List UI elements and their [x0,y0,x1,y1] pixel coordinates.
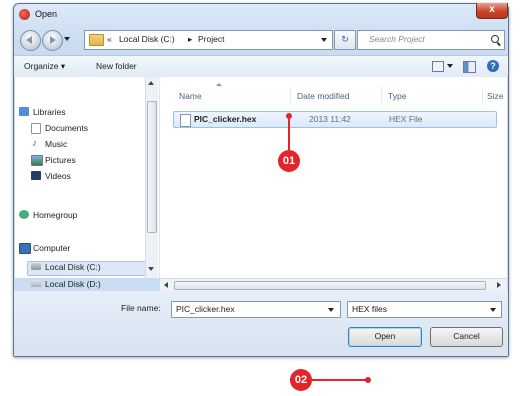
column-header-date[interactable]: Date modified [297,91,349,101]
open-button[interactable]: Open [348,327,422,347]
drive-d-icon [31,280,41,287]
open-dialog: Open x « Local Disk (C:) ▸ Project ↻ Sea… [13,3,509,357]
pictures-icon [31,155,43,166]
sidebar-item-label: Music [45,139,68,149]
chevron-down-icon [64,37,70,41]
sidebar-item-label: Documents [45,123,88,133]
sidebar-item-pictures[interactable]: Pictures [31,155,76,166]
file-name-field[interactable]: PIC_clicker.hex [171,301,341,318]
file-name-cell: PIC_clicker.hex [194,114,257,124]
search-icon[interactable] [491,35,499,43]
file-type-value: HEX files [352,304,387,314]
horizontal-scrollbar-thumb[interactable] [174,281,486,290]
refresh-button[interactable]: ↻ [334,30,356,50]
callout-marker-01: 01 [278,150,300,172]
sidebar-item-label: Local Disk (D:) [45,279,101,289]
videos-icon [31,171,41,180]
app-icon [19,9,30,20]
column-divider[interactable] [290,87,291,103]
view-options-dropdown-icon[interactable] [447,64,453,68]
breadcrumb-separator: ▸ [188,34,193,44]
organize-button[interactable]: Organize ▾ [24,61,65,72]
sidebar-item-local-disk-c[interactable]: Local Disk (C:) [31,262,101,272]
column-header-name[interactable]: Name [179,91,202,101]
search-input[interactable]: Search Project [357,30,505,50]
libraries-icon [19,107,29,116]
sidebar-item-local-disk-d[interactable]: Local Disk (D:) [31,279,101,289]
recent-pages-dropdown[interactable] [64,37,70,41]
navigation-scrollbar[interactable] [145,77,158,278]
table-row[interactable]: PIC_clicker.hex 2013 11:42 HEX File [173,111,497,128]
file-name-label: File name: [121,303,161,313]
callout-dot [365,377,371,383]
column-header-type[interactable]: Type [388,91,406,101]
file-type-dropdown-icon[interactable] [490,308,496,312]
sidebar-item-homegroup[interactable]: Homegroup [19,210,78,220]
sort-ascending-icon [216,83,222,86]
drive-c-icon [31,263,41,270]
scrollbar-thumb[interactable] [147,101,157,233]
dialog-footer: File name: PIC_clicker.hex HEX files Ope… [14,291,508,356]
sidebar-item-label: Libraries [33,107,66,117]
back-button[interactable] [20,30,41,51]
breadcrumb-overflow[interactable]: « [107,34,112,44]
file-type-select[interactable]: HEX files [347,301,502,318]
breadcrumb-local-disk[interactable]: Local Disk (C:) [119,34,175,44]
search-placeholder: Search Project [369,34,425,44]
address-bar[interactable]: « Local Disk (C:) ▸ Project [84,30,333,50]
refresh-icon: ↻ [341,34,349,44]
sidebar-item-music[interactable]: ♪ Music [32,139,68,150]
close-button[interactable]: x [476,3,508,19]
file-name-value: PIC_clicker.hex [176,304,235,314]
command-bar: Organize ▾ New folder ? [14,55,508,78]
callout-line [288,117,290,150]
forward-arrow-icon [50,36,56,44]
cancel-button[interactable]: Cancel [430,327,503,347]
sidebar-item-libraries[interactable]: Libraries [19,107,66,117]
new-folder-button[interactable]: New folder [96,61,137,71]
breadcrumb-project[interactable]: Project [198,34,224,44]
sidebar-item-label: Local Disk (C:) [45,262,101,272]
scroll-left-icon[interactable] [164,282,168,288]
horizontal-scrollbar[interactable] [160,278,507,291]
scroll-down-icon[interactable] [148,267,154,271]
sidebar-item-label: Videos [45,171,71,181]
homegroup-icon [19,210,29,219]
sidebar-item-computer[interactable]: Computer [19,243,71,254]
folder-icon [89,34,104,46]
file-icon [180,114,191,127]
address-dropdown-icon[interactable] [321,38,327,42]
help-icon[interactable]: ? [487,60,499,72]
sidebar-item-videos[interactable]: Videos [31,171,71,181]
scroll-up-icon[interactable] [148,81,154,85]
sidebar-item-label: Homegroup [33,210,78,220]
window-title: Open [35,9,58,19]
file-name-dropdown-icon[interactable] [328,308,334,312]
file-type-cell: HEX File [389,114,423,124]
column-divider[interactable] [482,87,483,103]
documents-icon [31,123,41,134]
file-date-cell: 2013 11:42 [309,114,351,124]
music-icon: ♪ [32,138,37,149]
back-arrow-icon [26,36,32,44]
sidebar-item-documents[interactable]: Documents [31,123,88,134]
change-view-icon[interactable] [432,61,444,72]
column-divider[interactable] [381,87,382,103]
sidebar-item-label: Computer [33,243,71,253]
forward-button[interactable] [42,30,63,51]
file-list: Name Date modified Type Size PIC_clicker… [160,77,507,278]
scroll-right-icon[interactable] [497,282,501,288]
sidebar-item-label: Pictures [45,155,76,165]
navigation-pane: Libraries Documents ♪ Music Pictures Vid… [15,77,160,289]
computer-icon [19,243,31,254]
column-header-size[interactable]: Size [487,91,504,101]
callout-line [312,379,367,381]
preview-pane-icon[interactable] [463,61,476,73]
callout-marker-02: 02 [290,369,312,391]
